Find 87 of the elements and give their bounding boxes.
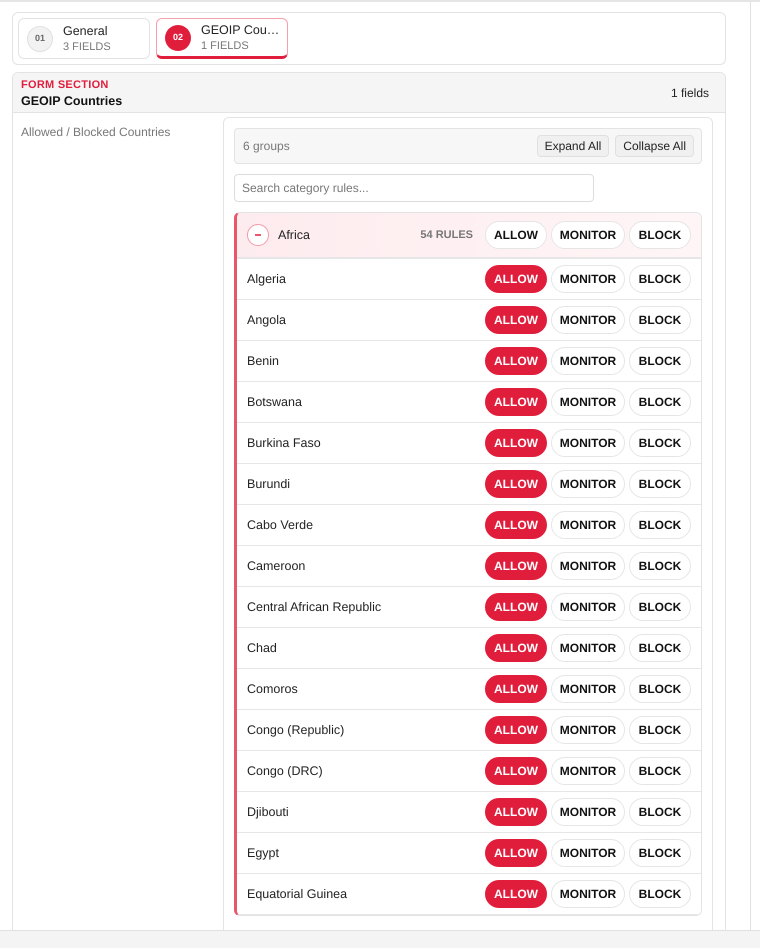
section-title: GEOIP Countries — [21, 92, 122, 108]
rule-action-button[interactable]: ALLOW — [485, 593, 547, 621]
step-number: 02 — [165, 24, 191, 50]
country-name: Congo (DRC) — [247, 762, 323, 780]
rule-action-button[interactable]: MONITOR — [551, 347, 625, 375]
country-name: Burkina Faso — [247, 434, 321, 452]
rule-action-button[interactable]: ALLOW — [485, 470, 547, 498]
country-name: Chad — [247, 640, 277, 657]
rule-action-button[interactable]: ALLOW — [485, 429, 547, 457]
country-name: Comoros — [247, 680, 298, 698]
rule-action-button[interactable]: MONITOR — [551, 880, 625, 908]
rule-action-button[interactable]: MONITOR — [551, 675, 625, 703]
rule-action-button[interactable]: ALLOW — [485, 880, 547, 908]
rule-action-button[interactable]: BLOCK — [629, 839, 691, 867]
rule-action-button[interactable]: BLOCK — [629, 221, 691, 249]
rule-action-button[interactable]: MONITOR — [551, 265, 625, 293]
rule-action-button[interactable]: ALLOW — [485, 552, 547, 580]
rule-action-button[interactable]: MONITOR — [551, 306, 625, 334]
rule-action-button[interactable]: ALLOW — [485, 265, 547, 293]
rule-action-button[interactable]: MONITOR — [551, 511, 625, 539]
rule-action-button[interactable]: MONITOR — [551, 388, 625, 416]
rule-action-button[interactable]: ALLOW — [485, 716, 547, 744]
rule-action-button[interactable]: BLOCK — [629, 429, 691, 457]
country-name: Cameroon — [247, 558, 306, 575]
rule-action-button[interactable]: ALLOW — [485, 347, 547, 375]
step-subtitle: 1 FIELDS — [201, 38, 250, 54]
rule-action-button[interactable]: BLOCK — [629, 716, 691, 744]
rule-action-button[interactable]: MONITOR — [551, 593, 625, 621]
step-number: 01 — [27, 26, 53, 52]
rule-action-button[interactable]: BLOCK — [629, 470, 691, 498]
rule-action-button[interactable]: BLOCK — [629, 265, 691, 293]
rule-action-button[interactable]: BLOCK — [629, 306, 691, 334]
field-label: Allowed / Blocked Countries — [21, 125, 170, 139]
rule-action-button[interactable]: BLOCK — [629, 552, 691, 580]
rule-action-button[interactable]: MONITOR — [551, 470, 625, 498]
rule-action-button[interactable]: ALLOW — [485, 306, 547, 334]
rule-action-button[interactable]: BLOCK — [629, 675, 691, 703]
rule-action-button[interactable]: BLOCK — [629, 511, 691, 539]
rule-action-button[interactable]: BLOCK — [629, 593, 691, 621]
rule-action-button[interactable]: MONITOR — [551, 716, 625, 744]
step-tab[interactable]: 01 General 3 FIELDS — [18, 18, 150, 59]
country-name: Algeria — [247, 270, 286, 288]
rule-action-button[interactable]: MONITOR — [551, 221, 625, 249]
search-field[interactable]: Search category rules... — [234, 174, 594, 202]
step-tab[interactable]: 02 GEOIP Cou… 1 FIELDS — [156, 18, 288, 59]
country-name: Benin — [247, 352, 279, 370]
minus-icon — [254, 231, 262, 239]
rule-action-button[interactable]: BLOCK — [629, 388, 691, 416]
country-name: Cabo Verde — [247, 516, 314, 534]
rule-action-button[interactable]: BLOCK — [629, 634, 691, 662]
rule-action-button[interactable]: BLOCK — [629, 880, 691, 908]
rule-action-button[interactable]: MONITOR — [551, 798, 625, 826]
rule-action-button[interactable]: MONITOR — [551, 429, 625, 457]
rule-action-button[interactable]: ALLOW — [485, 634, 547, 662]
toolbar-button[interactable]: Expand All — [536, 135, 610, 157]
country-name: Congo (Republic) — [247, 722, 344, 739]
rule-action-button[interactable]: ALLOW — [485, 798, 547, 826]
rule-action-button[interactable]: MONITOR — [551, 552, 625, 580]
rule-action-button[interactable]: ALLOW — [485, 757, 547, 785]
rule-action-button[interactable]: ALLOW — [485, 839, 547, 867]
rule-action-button[interactable]: ALLOW — [485, 511, 547, 539]
field-count: 1 fields — [670, 84, 709, 102]
rule-action-button[interactable]: ALLOW — [485, 675, 547, 703]
rule-action-button[interactable]: MONITOR — [551, 634, 625, 662]
rule-action-button[interactable]: BLOCK — [629, 347, 691, 375]
country-name: Egypt — [247, 844, 279, 862]
step-title: GEOIP Cou… — [201, 22, 280, 38]
rule-action-button[interactable]: MONITOR — [551, 839, 625, 867]
step-subtitle: 3 FIELDS — [63, 40, 111, 54]
rule-action-button[interactable]: BLOCK — [629, 798, 691, 826]
toolbar-button[interactable]: Collapse All — [615, 135, 694, 157]
rule-action-button[interactable]: ALLOW — [485, 221, 547, 249]
rule-action-button[interactable]: MONITOR — [551, 757, 625, 785]
group-name: Africa — [278, 226, 310, 244]
country-name: Central African Republic — [247, 598, 382, 616]
country-name: Equatorial Guinea — [247, 886, 348, 903]
country-name: Botswana — [247, 394, 302, 411]
rule-action-button[interactable]: ALLOW — [485, 388, 547, 416]
rule-action-button[interactable]: BLOCK — [629, 757, 691, 785]
collapse-button[interactable] — [247, 224, 269, 246]
country-name: Djibouti — [247, 804, 289, 821]
group-count: 6 groups — [243, 138, 290, 155]
section-eyebrow: FORM SECTION — [21, 78, 110, 92]
country-name: Angola — [247, 312, 286, 329]
country-name: Burundi — [247, 476, 290, 493]
step-title: General — [63, 22, 108, 38]
rule-count: 54 RULES — [420, 228, 473, 243]
